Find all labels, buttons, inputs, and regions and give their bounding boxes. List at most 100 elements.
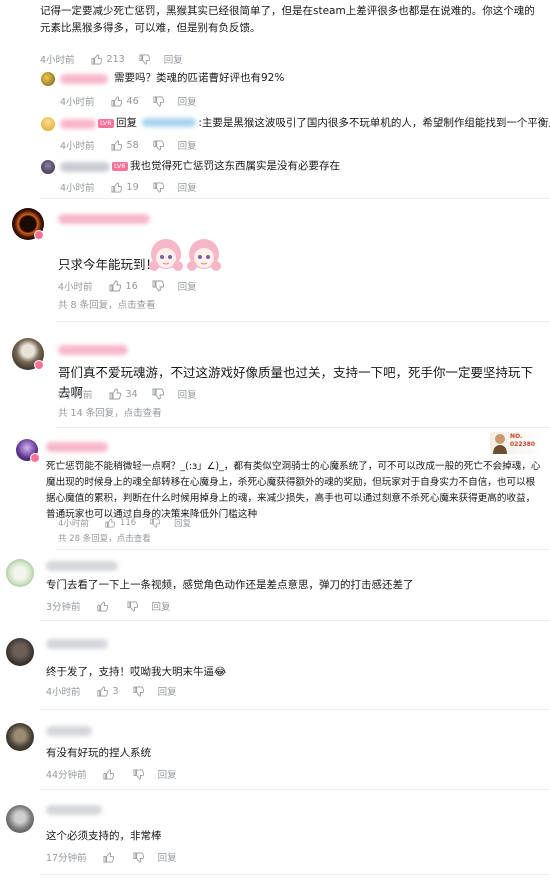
vip-badge	[34, 360, 44, 370]
username[interactable]	[46, 639, 108, 649]
comment-text: 我也觉得死亡惩罚这东西属实是没有必要存在	[130, 160, 340, 172]
like-count: 116	[119, 518, 137, 528]
vip-badge	[34, 230, 44, 240]
mention-user[interactable]	[142, 118, 197, 127]
dislike-button[interactable]	[139, 54, 150, 65]
like-button[interactable]	[97, 601, 113, 612]
thumb-down-icon	[133, 686, 144, 696]
thumb-down-icon	[152, 388, 164, 400]
username[interactable]	[60, 119, 96, 129]
username[interactable]	[58, 214, 150, 224]
dislike-button[interactable]	[150, 518, 161, 528]
thumb-up-icon	[111, 182, 122, 192]
emoji-sticker	[146, 236, 186, 276]
comment-text: 专门去看了一下上一条视频，感觉角色动作还是差点意思，弹刀的打击感还差了	[46, 579, 414, 591]
comment-meta: 4小时前 3 回复	[46, 684, 177, 699]
like-button[interactable]: 3	[97, 686, 119, 697]
dislike-button[interactable]	[127, 601, 138, 612]
dislike-button[interactable]	[153, 140, 164, 151]
reply-button[interactable]: 回复	[178, 94, 197, 108]
like-count: 34	[125, 388, 138, 400]
username[interactable]	[58, 345, 128, 355]
comment-text: :主要是黑猴这波吸引了国内很多不玩单机的人，希望制作组能找到一个平衡点吧	[198, 117, 550, 129]
username[interactable]	[46, 726, 92, 736]
anime-girl-sticker-icon	[149, 239, 183, 271]
thumb-up-icon	[103, 852, 114, 862]
reply-button[interactable]: 回复	[164, 52, 183, 66]
like-button[interactable]	[103, 852, 119, 863]
username[interactable]	[60, 74, 108, 84]
divider	[40, 874, 550, 875]
username[interactable]	[46, 805, 102, 815]
comment-meta: 4小时前 19 回复	[60, 180, 197, 195]
comment-time: 4小时前	[60, 97, 95, 108]
like-button[interactable]: 46	[111, 96, 139, 107]
reply-button[interactable]: 回复	[152, 599, 171, 613]
divider	[40, 789, 550, 790]
reply-button[interactable]: 回复	[158, 850, 177, 864]
fan-card[interactable]: NO. 022380	[490, 432, 542, 454]
dislike-button[interactable]	[153, 182, 164, 193]
dislike-button[interactable]	[133, 686, 144, 697]
view-link[interactable]: 点击查看	[118, 300, 156, 311]
divider	[56, 549, 550, 550]
view-more-replies[interactable]: 共 14 条回复，点击查看	[58, 405, 162, 419]
view-more-replies[interactable]: 共 28 条回复，点击查看	[58, 532, 151, 544]
comment-text: 有没有好玩的捏人系统	[46, 747, 151, 759]
avatar[interactable]	[6, 559, 34, 587]
like-button[interactable]: 34	[109, 388, 138, 400]
comment-text: 死亡惩罚能不能稍微轻一点啊？_(:з」∠)_，都有类似空洞骑士的心魔系统了，可不…	[46, 461, 541, 520]
dislike-button[interactable]	[153, 96, 164, 107]
like-button[interactable]: 19	[111, 182, 139, 193]
dislike-button[interactable]	[152, 280, 164, 292]
thumb-up-icon	[91, 54, 102, 64]
comment-time: 3分钟前	[46, 602, 81, 613]
thumb-up-icon	[109, 280, 121, 292]
divider	[56, 427, 550, 428]
reply-button[interactable]: 回复	[178, 279, 197, 293]
like-count: 58	[126, 139, 139, 151]
comment-text: 只求今年能玩到！	[58, 257, 159, 272]
reply-count: 共 8 条回复，	[58, 300, 118, 311]
avatar[interactable]	[6, 805, 34, 833]
avatar[interactable]	[6, 723, 34, 751]
dislike-button[interactable]	[133, 852, 144, 863]
comment-text: 这个必须支持的，非常棒	[46, 830, 162, 842]
username[interactable]	[46, 561, 118, 571]
dislike-button[interactable]	[133, 769, 144, 780]
fan-card-figure-icon	[493, 434, 507, 454]
reply-count: 共 14 条回复，	[58, 408, 124, 419]
comment-time: 4小时前	[60, 141, 95, 152]
comment-meta: 4小时前 46 回复	[60, 94, 197, 109]
reply-count: 共 28 条回复，	[58, 534, 117, 544]
reply-button[interactable]: 回复	[178, 180, 197, 194]
reply-prefix: 回复	[116, 117, 137, 129]
reply-button[interactable]: 回复	[158, 684, 177, 698]
avatar[interactable]	[41, 160, 55, 174]
comment-meta: 17分钟前 回复	[46, 850, 177, 864]
reply-button[interactable]: 回复	[174, 517, 191, 529]
avatar[interactable]	[41, 72, 55, 86]
like-button[interactable]: 213	[91, 54, 125, 65]
view-more-replies[interactable]: 共 8 条回复，点击查看	[58, 297, 156, 311]
username[interactable]	[60, 162, 110, 172]
username[interactable]	[46, 442, 108, 452]
thumb-up-icon	[97, 686, 108, 696]
dislike-button[interactable]	[152, 388, 164, 400]
thumb-down-icon	[139, 54, 150, 64]
comment-meta: 4小时前 116 回复	[58, 517, 191, 529]
avatar[interactable]	[41, 117, 55, 131]
reply-button[interactable]: 回复	[158, 767, 177, 781]
like-button[interactable]: 58	[111, 140, 139, 151]
reply-button[interactable]: 回复	[178, 387, 197, 401]
comment-time: 4小时前	[60, 183, 95, 194]
avatar[interactable]	[6, 638, 34, 666]
reply-button[interactable]: 回复	[178, 138, 197, 152]
view-link[interactable]: 点击查看	[124, 408, 162, 419]
thumb-down-icon	[152, 280, 164, 292]
view-link[interactable]: 点击查看	[117, 534, 151, 544]
like-button[interactable]	[103, 769, 119, 780]
like-button[interactable]: 16	[109, 280, 138, 292]
like-button[interactable]: 116	[105, 518, 136, 528]
thumb-up-icon	[109, 388, 121, 400]
